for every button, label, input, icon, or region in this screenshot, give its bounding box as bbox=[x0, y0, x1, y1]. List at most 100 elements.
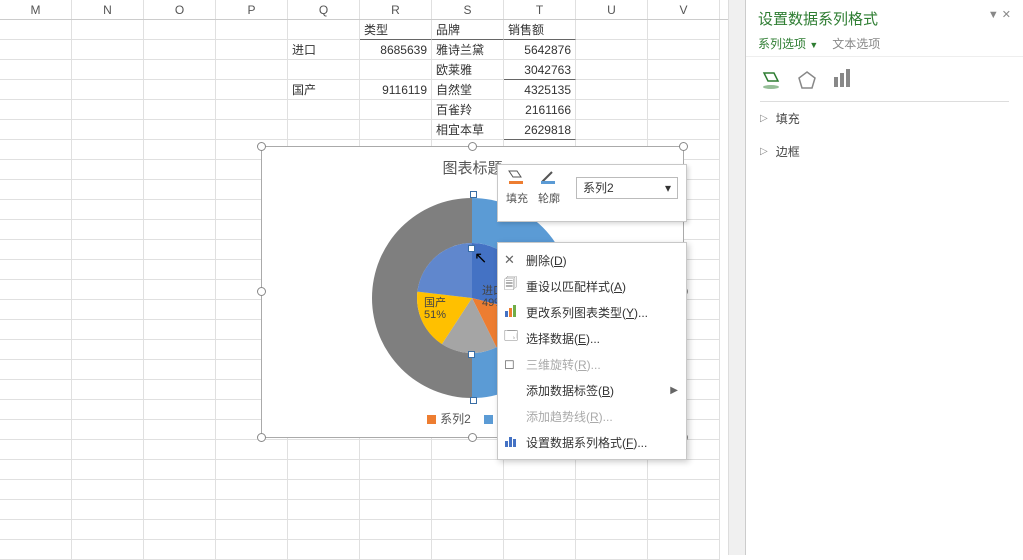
col-header[interactable]: T bbox=[504, 0, 576, 19]
cell[interactable] bbox=[144, 260, 216, 280]
cell[interactable] bbox=[72, 200, 144, 220]
cell[interactable] bbox=[288, 460, 360, 480]
cell[interactable] bbox=[360, 120, 432, 140]
cell[interactable] bbox=[0, 380, 72, 400]
col-header[interactable]: O bbox=[144, 0, 216, 19]
cell[interactable] bbox=[72, 380, 144, 400]
cell[interactable] bbox=[432, 500, 504, 520]
resize-handle[interactable] bbox=[679, 142, 688, 151]
data-cell[interactable]: 百雀羚 bbox=[432, 100, 504, 120]
cell[interactable] bbox=[288, 540, 360, 560]
cell[interactable] bbox=[648, 520, 720, 540]
data-cell[interactable]: 品牌 bbox=[432, 20, 504, 40]
resize-handle[interactable] bbox=[257, 433, 266, 442]
data-cell[interactable]: 国产 bbox=[288, 80, 360, 100]
cell[interactable] bbox=[0, 460, 72, 480]
outline-icon[interactable] bbox=[538, 169, 558, 188]
data-cell[interactable]: 类型 bbox=[360, 20, 432, 40]
cell[interactable] bbox=[0, 540, 72, 560]
cell[interactable] bbox=[288, 520, 360, 540]
cell[interactable] bbox=[72, 440, 144, 460]
cell[interactable] bbox=[144, 360, 216, 380]
cell[interactable] bbox=[360, 60, 432, 80]
fill-icon[interactable] bbox=[506, 169, 526, 188]
cell[interactable] bbox=[0, 220, 72, 240]
resize-handle[interactable] bbox=[257, 287, 266, 296]
cell[interactable] bbox=[648, 480, 720, 500]
cell[interactable] bbox=[72, 180, 144, 200]
cell[interactable] bbox=[216, 100, 288, 120]
cell[interactable] bbox=[144, 460, 216, 480]
mini-toolbar[interactable]: 填充 轮廓 系列2▾ bbox=[497, 164, 687, 222]
cell[interactable] bbox=[576, 100, 648, 120]
cell[interactable] bbox=[144, 100, 216, 120]
cell[interactable] bbox=[72, 540, 144, 560]
cell[interactable] bbox=[216, 480, 288, 500]
col-header[interactable]: Q bbox=[288, 0, 360, 19]
data-cell[interactable]: 2161166 bbox=[504, 100, 576, 120]
section-border[interactable]: ▷边框 bbox=[746, 135, 1023, 168]
data-cell[interactable]: 进口 bbox=[288, 40, 360, 60]
cell[interactable] bbox=[144, 300, 216, 320]
cell[interactable] bbox=[144, 420, 216, 440]
cell[interactable] bbox=[648, 100, 720, 120]
cell[interactable] bbox=[216, 40, 288, 60]
cell[interactable] bbox=[576, 120, 648, 140]
cell[interactable] bbox=[144, 140, 216, 160]
cell[interactable] bbox=[648, 60, 720, 80]
cell[interactable] bbox=[144, 320, 216, 340]
cell[interactable] bbox=[576, 520, 648, 540]
cell[interactable] bbox=[144, 540, 216, 560]
cell[interactable] bbox=[144, 380, 216, 400]
cell[interactable] bbox=[216, 60, 288, 80]
cell[interactable] bbox=[504, 460, 576, 480]
cell[interactable] bbox=[648, 40, 720, 60]
resize-handle[interactable] bbox=[468, 142, 477, 151]
cell[interactable] bbox=[432, 440, 504, 460]
cell[interactable] bbox=[0, 500, 72, 520]
cell[interactable] bbox=[216, 520, 288, 540]
pane-controls[interactable]: ▼ ✕ bbox=[988, 8, 1011, 29]
cell[interactable] bbox=[360, 460, 432, 480]
col-header[interactable]: V bbox=[648, 0, 720, 19]
cell[interactable] bbox=[72, 80, 144, 100]
series-selector[interactable]: 系列2▾ bbox=[576, 177, 678, 199]
data-cell[interactable]: 4325135 bbox=[504, 80, 576, 100]
cell[interactable] bbox=[72, 60, 144, 80]
cell[interactable] bbox=[144, 500, 216, 520]
cell[interactable] bbox=[72, 420, 144, 440]
cell[interactable] bbox=[504, 500, 576, 520]
col-header[interactable]: P bbox=[216, 0, 288, 19]
cell[interactable] bbox=[72, 360, 144, 380]
cell[interactable] bbox=[72, 480, 144, 500]
cell[interactable] bbox=[0, 480, 72, 500]
cell[interactable] bbox=[72, 400, 144, 420]
cell[interactable] bbox=[0, 20, 72, 40]
cell[interactable] bbox=[0, 100, 72, 120]
cell[interactable] bbox=[144, 220, 216, 240]
col-header[interactable]: U bbox=[576, 0, 648, 19]
data-cell[interactable]: 销售额 bbox=[504, 20, 576, 40]
ctx-select-data[interactable]: 🗔选择数据(E)... bbox=[498, 325, 686, 351]
cell[interactable] bbox=[144, 280, 216, 300]
cell[interactable] bbox=[576, 80, 648, 100]
data-cell[interactable]: 3042763 bbox=[504, 60, 576, 80]
cell[interactable] bbox=[288, 120, 360, 140]
cell[interactable] bbox=[144, 60, 216, 80]
cell[interactable] bbox=[216, 440, 288, 460]
cell[interactable] bbox=[576, 480, 648, 500]
cell[interactable] bbox=[144, 440, 216, 460]
data-cell[interactable]: 相宜本草 bbox=[432, 120, 504, 140]
cell[interactable] bbox=[144, 20, 216, 40]
cell[interactable] bbox=[144, 240, 216, 260]
cell[interactable] bbox=[288, 100, 360, 120]
cell[interactable] bbox=[360, 100, 432, 120]
cell[interactable] bbox=[72, 300, 144, 320]
cell[interactable] bbox=[0, 120, 72, 140]
resize-handle[interactable] bbox=[468, 433, 477, 442]
tab-text-options[interactable]: 文本选项 bbox=[832, 35, 880, 52]
cell[interactable] bbox=[648, 500, 720, 520]
cell[interactable] bbox=[0, 60, 72, 80]
ctx-change-type[interactable]: 更改系列图表类型(Y)... bbox=[498, 299, 686, 325]
ctx-reset-style[interactable]: 🗐重设以匹配样式(A) bbox=[498, 273, 686, 299]
